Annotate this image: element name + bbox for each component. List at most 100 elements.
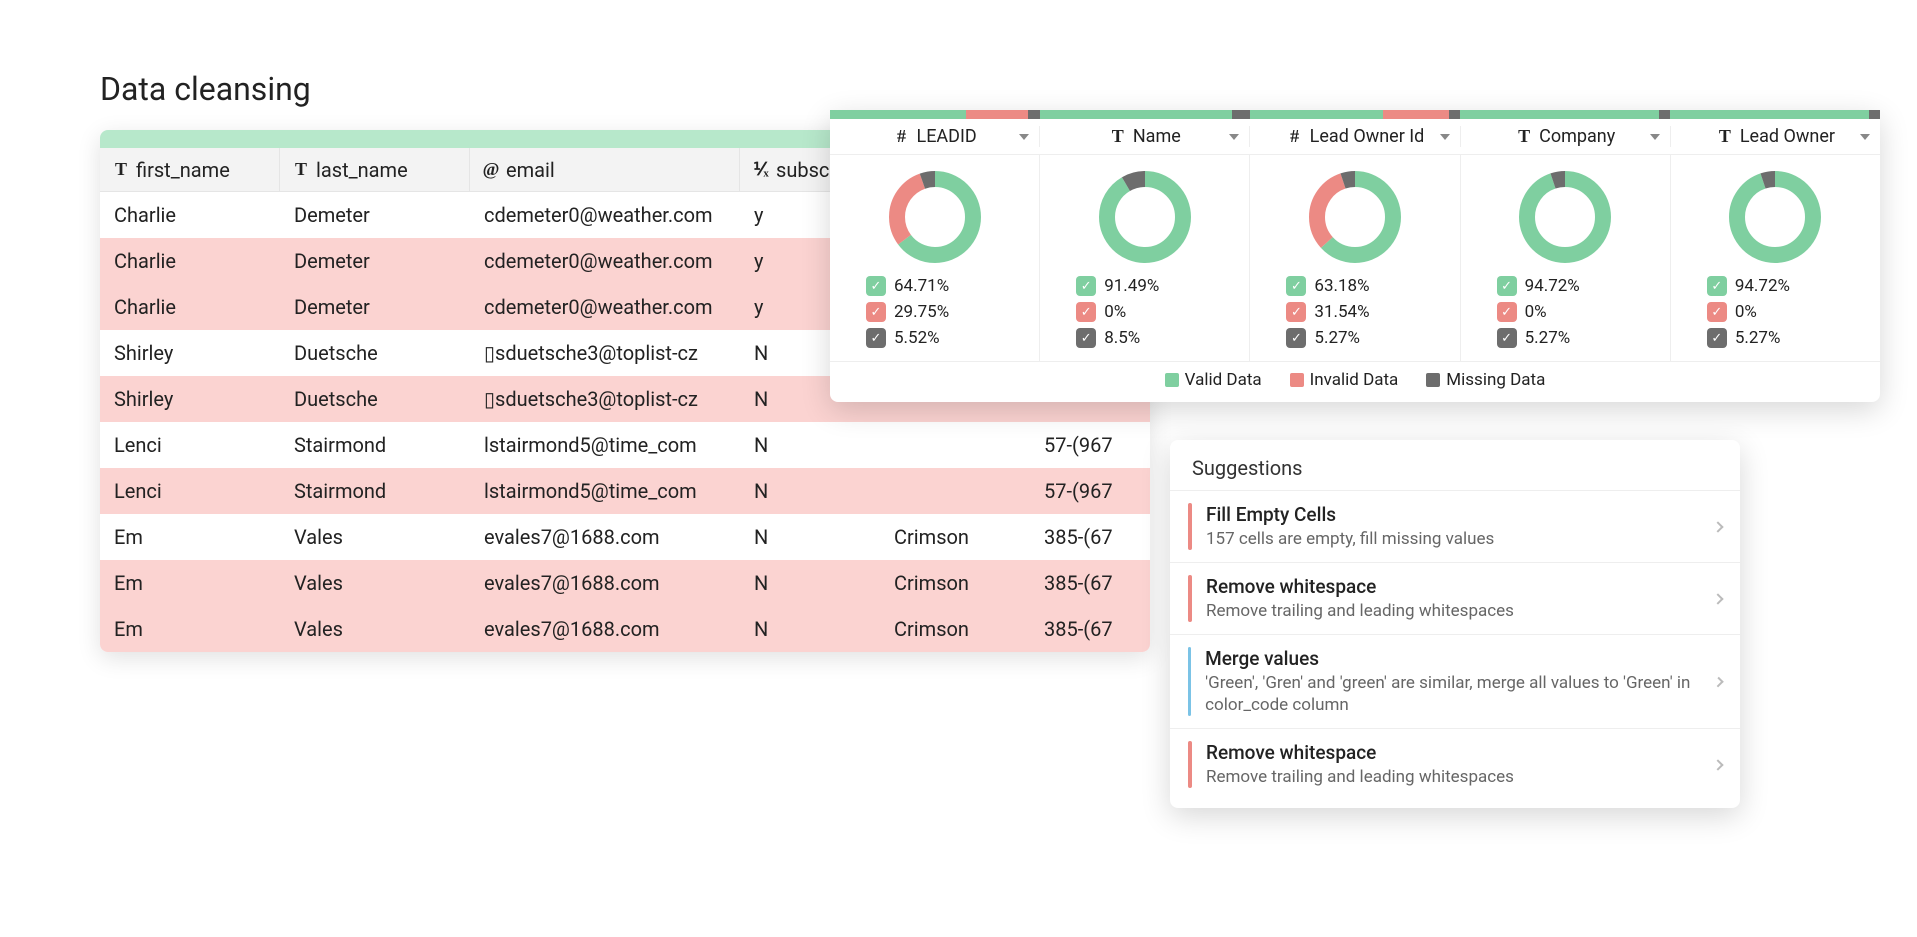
table-cell: Shirley — [100, 330, 280, 376]
hash-icon: # — [1286, 126, 1304, 147]
top-strip-segment — [1040, 110, 1250, 119]
table-row[interactable]: EmValesevales7@1688.comNCrimson385-(67 — [100, 606, 1150, 652]
table-cell: lstairmond5@time_com — [470, 468, 740, 514]
stats-top-strip — [830, 110, 1880, 119]
table-cell: Demeter — [280, 192, 470, 238]
table-cell: Duetsche — [280, 330, 470, 376]
stats-legend: Valid Data Invalid Data Missing Data — [830, 361, 1880, 402]
suggestion-accent-bar — [1188, 741, 1192, 788]
check-icon: ✓ — [1707, 276, 1727, 296]
table-cell: Lenci — [100, 422, 280, 468]
legend-invalid: Invalid Data — [1290, 370, 1399, 390]
table-cell: Vales — [280, 560, 470, 606]
donut-chart-icon — [1307, 169, 1403, 265]
stats-column-label: Lead Owner Id — [1310, 126, 1425, 147]
table-cell: N — [740, 422, 880, 468]
check-icon: ✓ — [1497, 328, 1517, 348]
check-icon: ✓ — [1286, 276, 1306, 296]
chevron-down-icon[interactable] — [1019, 134, 1029, 140]
pct-row: ✓5.27% — [1471, 328, 1571, 348]
table-cell: cdemeter0@weather.com — [470, 238, 740, 284]
suggestion-title: Remove whitespace — [1206, 575, 1514, 598]
table-row[interactable]: EmValesevales7@1688.comNCrimson385-(67 — [100, 514, 1150, 560]
table-cell: N — [740, 560, 880, 606]
pct-value: 94.72% — [1525, 276, 1580, 296]
table-row[interactable]: LenciStairmondlstairmond5@time_comN57-(9… — [100, 468, 1150, 514]
table-cell: Vales — [280, 606, 470, 652]
stats-column-header[interactable]: # Lead Owner Id — [1250, 126, 1460, 147]
table-cell: Crimson — [880, 606, 1030, 652]
check-icon: ✓ — [866, 328, 886, 348]
suggestions-title: Suggestions — [1170, 440, 1740, 490]
table-cell: cdemeter0@weather.com — [470, 284, 740, 330]
table-cell: Charlie — [100, 284, 280, 330]
column-label: first_name — [136, 158, 230, 182]
chevron-right-icon — [1712, 759, 1723, 770]
suggestion-title: Fill Empty Cells — [1206, 503, 1494, 526]
text-icon: T — [1716, 126, 1734, 147]
table-cell — [880, 468, 1030, 514]
pct-value: 5.27% — [1735, 328, 1781, 348]
chevron-right-icon — [1712, 593, 1723, 604]
top-strip-segment — [1670, 110, 1880, 119]
page-title: Data cleansing — [100, 70, 311, 108]
table-cell: evales7@1688.com — [470, 606, 740, 652]
stats-column-header[interactable]: TCompany — [1461, 126, 1671, 147]
suggestion-item[interactable]: Remove whitespace Remove trailing and le… — [1170, 562, 1740, 634]
pct-row: ✓ 31.54% — [1260, 302, 1369, 322]
suggestion-item[interactable]: Remove whitespace Remove trailing and le… — [1170, 728, 1740, 800]
check-icon: ✓ — [866, 276, 886, 296]
chevron-down-icon[interactable] — [1229, 134, 1239, 140]
table-cell: Crimson — [880, 514, 1030, 560]
table-cell: Stairmond — [280, 422, 470, 468]
column-header[interactable]: Tlast_name — [280, 148, 470, 191]
column-header[interactable]: Tfirst_name — [100, 148, 280, 191]
column-label: last_name — [316, 158, 408, 182]
pct-value: 5.27% — [1314, 328, 1360, 348]
pct-row: ✓64.71% — [840, 276, 949, 296]
donut-chart-icon — [1727, 169, 1823, 265]
pct-row: ✓63.18% — [1260, 276, 1369, 296]
pct-row: ✓8.5% — [1050, 328, 1140, 348]
stats-column-header[interactable]: TName — [1040, 126, 1250, 147]
chevron-down-icon[interactable] — [1860, 134, 1870, 140]
table-row[interactable]: LenciStairmondlstairmond5@time_comN57-(9… — [100, 422, 1150, 468]
table-cell: ▯sduetsche3@toplist-cz — [470, 330, 740, 376]
table-cell: Crimson — [880, 560, 1030, 606]
pct-row: ✓29.75% — [840, 302, 949, 322]
suggestions-card: Suggestions Fill Empty Cells 157 cells a… — [1170, 440, 1740, 808]
check-icon: ✓ — [1707, 328, 1727, 348]
table-cell — [880, 422, 1030, 468]
chevron-down-icon[interactable] — [1650, 134, 1660, 140]
table-cell: Em — [100, 514, 280, 560]
stats-column-label: LEADID — [917, 126, 977, 147]
check-icon: ✓ — [1286, 302, 1306, 322]
suggestion-item[interactable]: Merge values 'Green', 'Gren' and 'green'… — [1170, 634, 1740, 728]
column-label: email — [506, 158, 555, 182]
top-strip-segment — [1460, 110, 1670, 119]
table-cell: lstairmond5@time_com — [470, 422, 740, 468]
table-cell: 385-(67 — [1030, 560, 1150, 606]
column-stats-card: #LEADIDTName#Lead Owner IdTCompanyTLead … — [830, 110, 1880, 402]
type-icon: ⅟ₓ — [752, 159, 770, 180]
donut-chart-icon — [1517, 169, 1613, 265]
suggestion-accent-bar — [1188, 575, 1192, 622]
pct-value: 0% — [1104, 302, 1126, 322]
chevron-down-icon[interactable] — [1440, 134, 1450, 140]
table-row[interactable]: EmValesevales7@1688.comNCrimson385-(67 — [100, 560, 1150, 606]
stats-column-label: Name — [1133, 126, 1181, 147]
stats-column-header[interactable]: TLead Owner — [1671, 126, 1880, 147]
pct-row: ✓5.52% — [840, 328, 940, 348]
table-cell: N — [740, 514, 880, 560]
check-icon: ✓ — [1497, 276, 1517, 296]
donut-chart-icon — [887, 169, 983, 265]
pct-value: 31.54% — [1314, 302, 1369, 322]
table-cell: Demeter — [280, 284, 470, 330]
suggestion-item[interactable]: Fill Empty Cells 157 cells are empty, fi… — [1170, 490, 1740, 562]
suggestion-accent-bar — [1188, 647, 1191, 716]
stats-column-header[interactable]: #LEADID — [830, 126, 1040, 147]
pct-row: ✓ 94.72% — [1471, 276, 1580, 296]
column-header[interactable]: @email — [470, 148, 740, 191]
pct-row: ✓ 5.27% — [1681, 328, 1781, 348]
top-strip-segment — [830, 110, 1040, 119]
